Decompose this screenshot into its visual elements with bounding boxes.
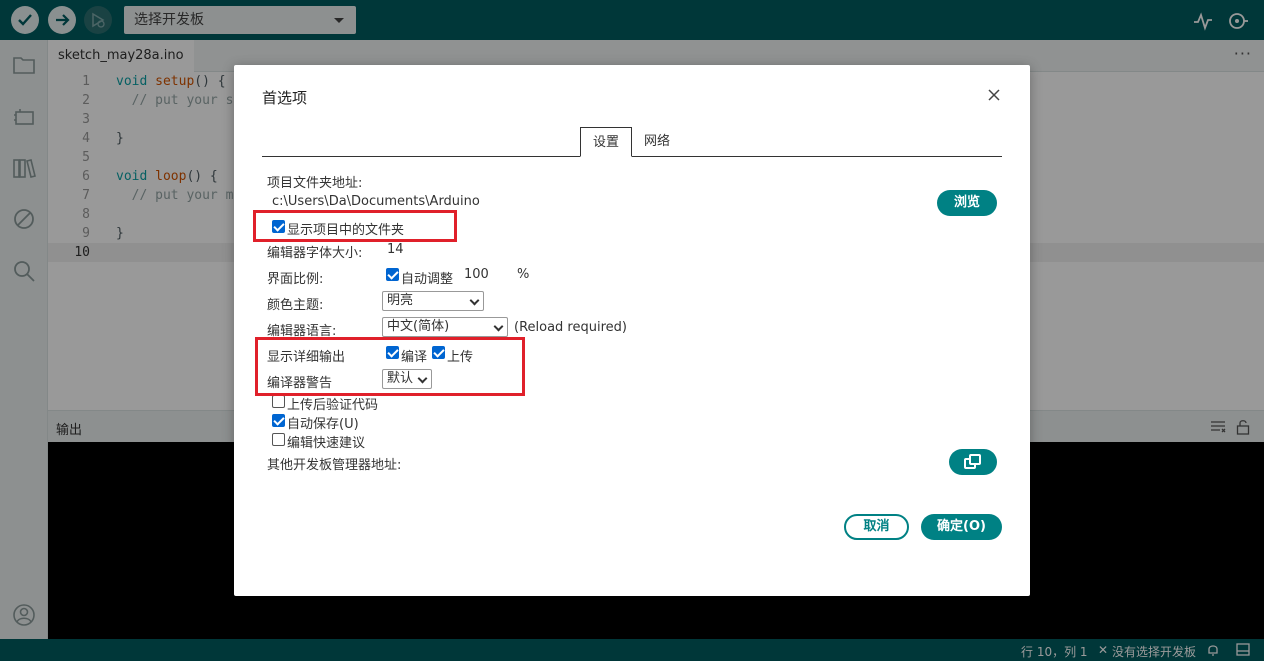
- language-select[interactable]: 中文(简体): [382, 317, 508, 337]
- window-copy-icon: [964, 454, 981, 469]
- preferences-dialog: 首选项 设置 网络 项目文件夹地址: c:\Users\Da\Documents…: [234, 65, 1030, 596]
- tab-network[interactable]: 网络: [632, 127, 682, 157]
- font-size-input[interactable]: 14: [383, 239, 439, 261]
- highlight-box-show-files: [253, 210, 457, 242]
- verify-after-upload-label: 上传后验证代码: [287, 398, 379, 413]
- reload-note: (Reload required): [514, 320, 627, 335]
- highlight-box-verbose: [255, 337, 525, 396]
- ok-button[interactable]: 确定(O): [921, 514, 1002, 540]
- quick-suggestions-label: 编辑快速建议: [287, 436, 366, 451]
- scale-unit: %: [517, 267, 530, 282]
- theme-select-value: 明亮: [387, 293, 414, 308]
- chevron-down-icon: [469, 295, 480, 306]
- auto-scale-checkbox[interactable]: [386, 268, 399, 281]
- close-icon[interactable]: [986, 87, 1002, 103]
- auto-scale-label: 自动调整: [401, 272, 454, 287]
- auto-save-label: 自动保存(U): [287, 417, 359, 432]
- quick-suggestions-checkbox[interactable]: [272, 433, 285, 446]
- dialog-title: 首选项: [262, 89, 308, 107]
- chevron-down-icon: [493, 321, 504, 332]
- verify-after-upload-checkbox[interactable]: [272, 395, 285, 408]
- open-urls-button[interactable]: [949, 449, 997, 475]
- browse-button[interactable]: 浏览: [937, 190, 997, 216]
- language-select-value: 中文(简体): [387, 319, 450, 334]
- cancel-button[interactable]: 取消: [844, 514, 909, 540]
- theme-label: 颜色主题:: [267, 298, 324, 313]
- board-urls-input[interactable]: [406, 450, 936, 472]
- auto-save-checkbox[interactable]: [272, 414, 285, 427]
- sketchbook-label: 项目文件夹地址:: [267, 176, 363, 191]
- theme-select[interactable]: 明亮: [382, 291, 484, 311]
- scale-label: 界面比例:: [267, 272, 324, 287]
- font-size-label: 编辑器字体大小:: [267, 246, 363, 261]
- board-urls-label: 其他开发板管理器地址:: [267, 458, 402, 473]
- scale-input[interactable]: 100: [460, 264, 514, 286]
- tab-settings[interactable]: 设置: [580, 127, 633, 157]
